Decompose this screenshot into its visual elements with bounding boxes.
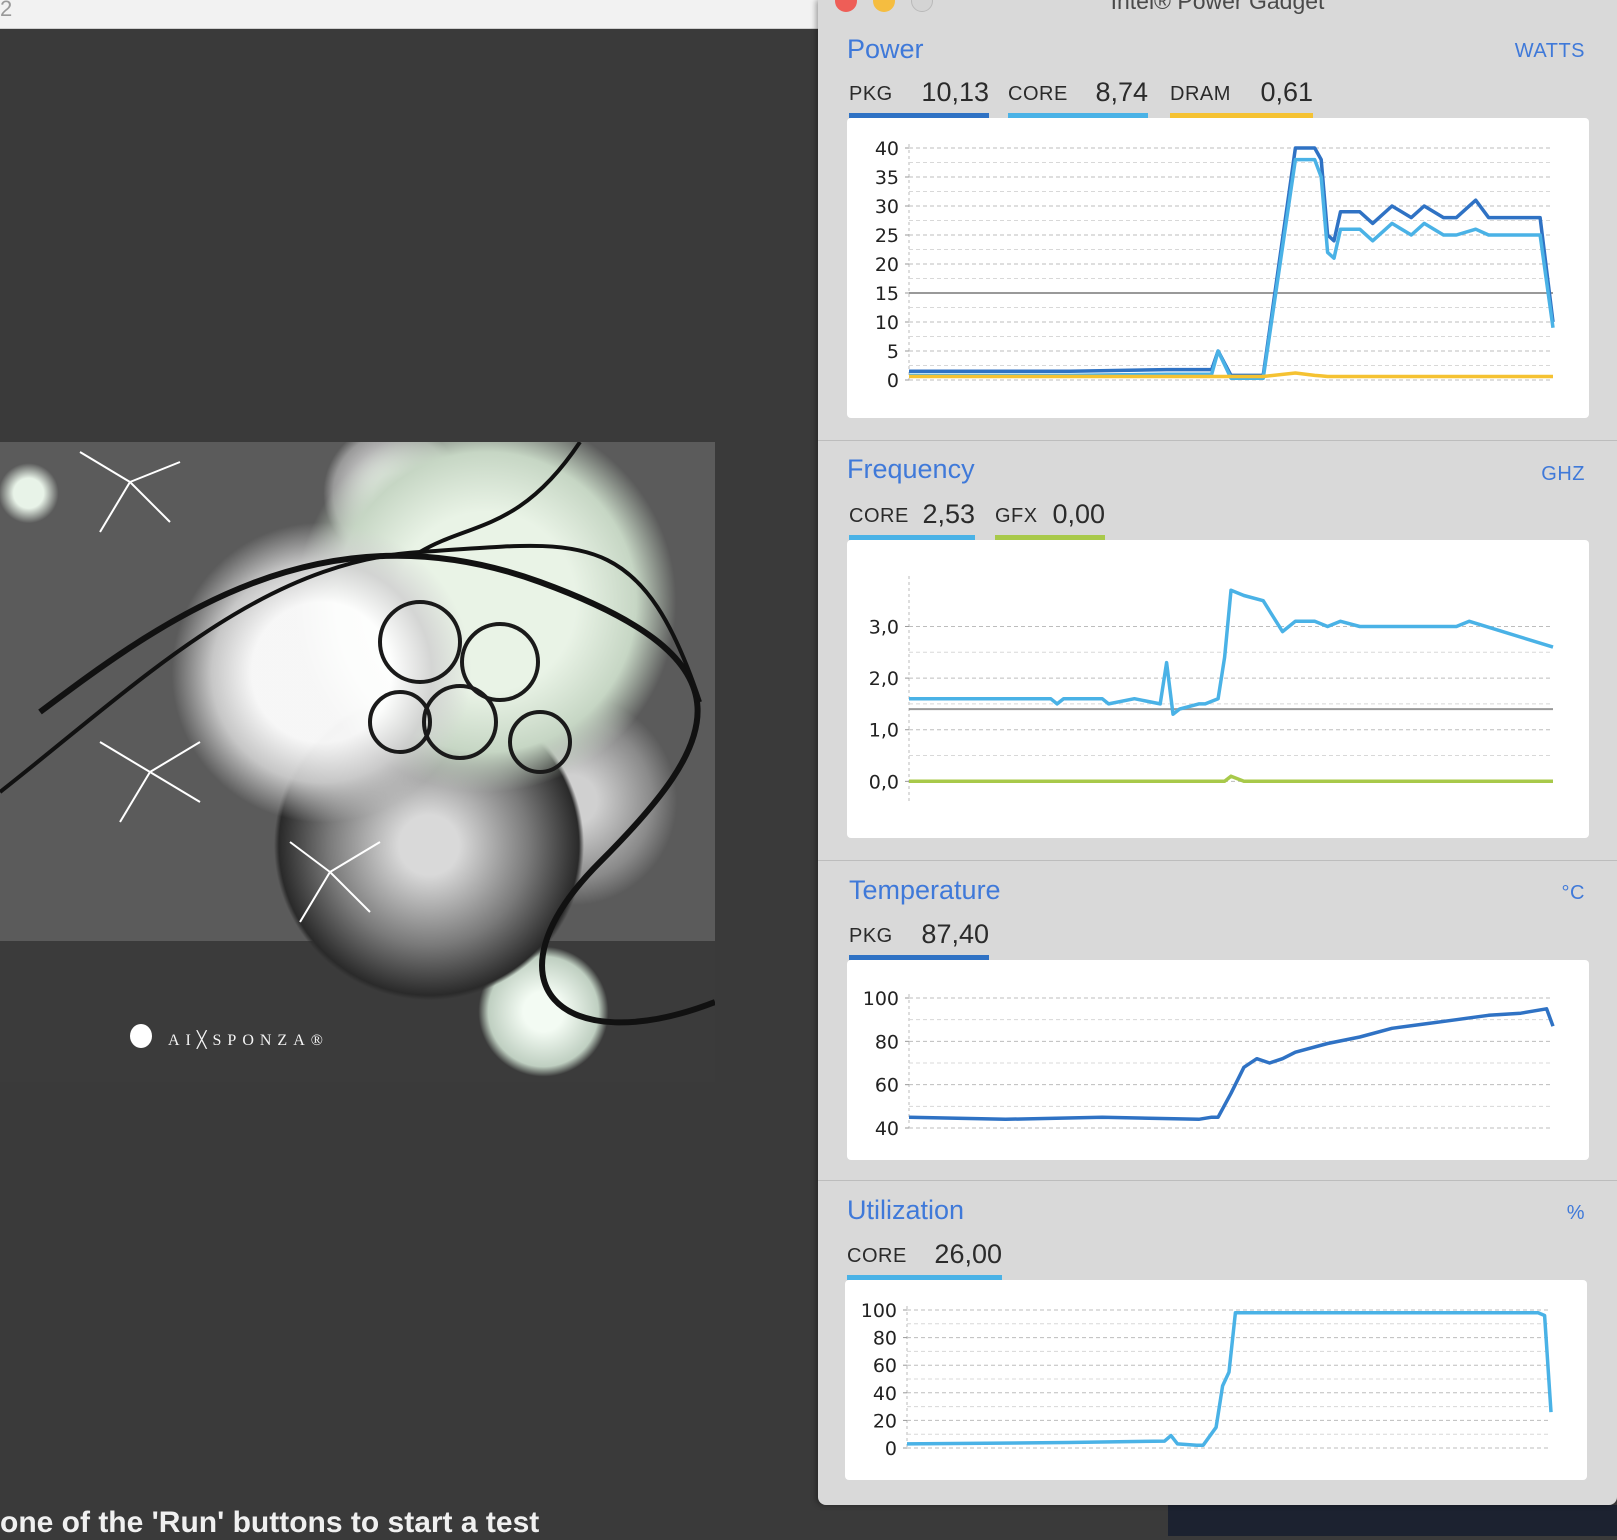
background-instruction-text: one of the 'Run' buttons to start a test — [0, 1506, 540, 1539]
y-tick-label: 15 — [875, 283, 899, 305]
series-line-core — [909, 157, 1555, 381]
power-section: Power WATTS PKG 10,13 CORE 8,74 DRAM 0,6… — [818, 0, 1617, 441]
y-tick-label: 35 — [875, 167, 899, 189]
y-tick-label: 20 — [873, 1410, 897, 1432]
utilization-section: Utilization % CORE 26,00 0 20 40 60 80 100 — [818, 1180, 1617, 1505]
power-gadget-window: Intel® Power Gadget Power WATTS PKG 10,1… — [818, 0, 1617, 1505]
metric-label: CORE — [847, 1245, 907, 1267]
background-window-toolbar: 2 — [0, 0, 820, 29]
render-decoration — [0, 442, 715, 1026]
frequency-metric-core: CORE 2,53 — [849, 496, 975, 540]
y-tick-label: 40 — [875, 1118, 899, 1140]
y-tick-label: 40 — [875, 138, 899, 160]
metric-label: PKG — [849, 83, 893, 105]
series-line-pkg — [908, 1007, 1555, 1122]
frequency-chart: 0,0 1,0 2,0 3,0 — [847, 540, 1589, 838]
frequency-unit: GHZ — [1541, 463, 1585, 485]
utilization-title: Utilization — [847, 1195, 965, 1225]
y-tick-label: 100 — [863, 988, 899, 1010]
temperature-section: Temperature °C PKG 87,40 40 60 80 100 — [818, 860, 1617, 1181]
temperature-chart: 40 60 80 100 — [847, 960, 1589, 1160]
temperature-title: Temperature — [849, 875, 1001, 905]
power-metric-dram: DRAM 0,61 — [1170, 74, 1313, 118]
y-tick-label: 3,0 — [869, 616, 899, 638]
metric-label: DRAM — [1170, 83, 1231, 105]
background-toolbar-text: 2 — [0, 0, 13, 21]
metric-label: GFX — [995, 505, 1038, 527]
power-metric-pkg: PKG 10,13 — [849, 74, 989, 118]
y-tick-label: 25 — [875, 225, 899, 247]
metric-value: 87,40 — [921, 919, 989, 949]
y-tick-label: 80 — [875, 1031, 899, 1053]
y-tick-label: 0 — [885, 1438, 897, 1460]
power-metric-core: CORE 8,74 — [1008, 74, 1148, 118]
frequency-section: Frequency GHZ CORE 2,53 GFX 0,00 0,0 1,0 2… — [818, 440, 1617, 861]
utilization-metric-core: CORE 26,00 — [847, 1236, 1002, 1280]
metric-value: 0,61 — [1260, 77, 1313, 107]
y-tick-label: 100 — [861, 1300, 897, 1322]
metric-value: 8,74 — [1095, 77, 1148, 107]
utilization-chart: 0 20 40 60 80 100 — [845, 1280, 1587, 1480]
metric-value: 2,53 — [922, 499, 975, 529]
y-tick-label: 20 — [875, 254, 899, 276]
render-preview-image: AI╳SPONZA® — [0, 442, 715, 1082]
metric-label: CORE — [849, 505, 909, 527]
y-tick-label: 10 — [875, 312, 899, 334]
utilization-unit: % — [1566, 1202, 1585, 1224]
y-tick-label: 0 — [887, 370, 899, 392]
metric-value: 10,13 — [921, 77, 989, 107]
temperature-unit: °C — [1561, 882, 1585, 904]
y-tick-label: 30 — [875, 196, 899, 218]
y-tick-label: 5 — [887, 341, 899, 363]
aixsponza-logo-icon — [130, 1024, 152, 1048]
y-tick-label: 40 — [873, 1383, 897, 1405]
y-tick-label: 2,0 — [869, 668, 899, 690]
metric-value: 0,00 — [1052, 499, 1105, 529]
series-line-pkg — [909, 146, 1555, 378]
power-chart: 0 5 10 15 20 25 30 35 40 — [847, 118, 1589, 418]
y-tick-label: 60 — [873, 1355, 897, 1377]
y-tick-label: 80 — [873, 1328, 897, 1350]
y-tick-label: 1,0 — [869, 720, 899, 742]
power-unit: WATTS — [1514, 40, 1585, 62]
frequency-title: Frequency — [847, 454, 975, 484]
metric-label: PKG — [849, 925, 893, 947]
metric-value: 26,00 — [934, 1239, 1002, 1269]
temperature-metric-pkg: PKG 87,40 — [849, 916, 989, 960]
power-title: Power — [847, 34, 924, 64]
aixsponza-logo-text: AI╳SPONZA® — [168, 1032, 329, 1049]
y-tick-label: 60 — [875, 1075, 899, 1097]
background-dark-strip — [1168, 1505, 1617, 1536]
series-line-gfx — [909, 774, 1553, 784]
frequency-metric-gfx: GFX 0,00 — [995, 496, 1105, 540]
y-tick-label: 0,0 — [869, 771, 899, 793]
metric-label: CORE — [1008, 83, 1068, 105]
